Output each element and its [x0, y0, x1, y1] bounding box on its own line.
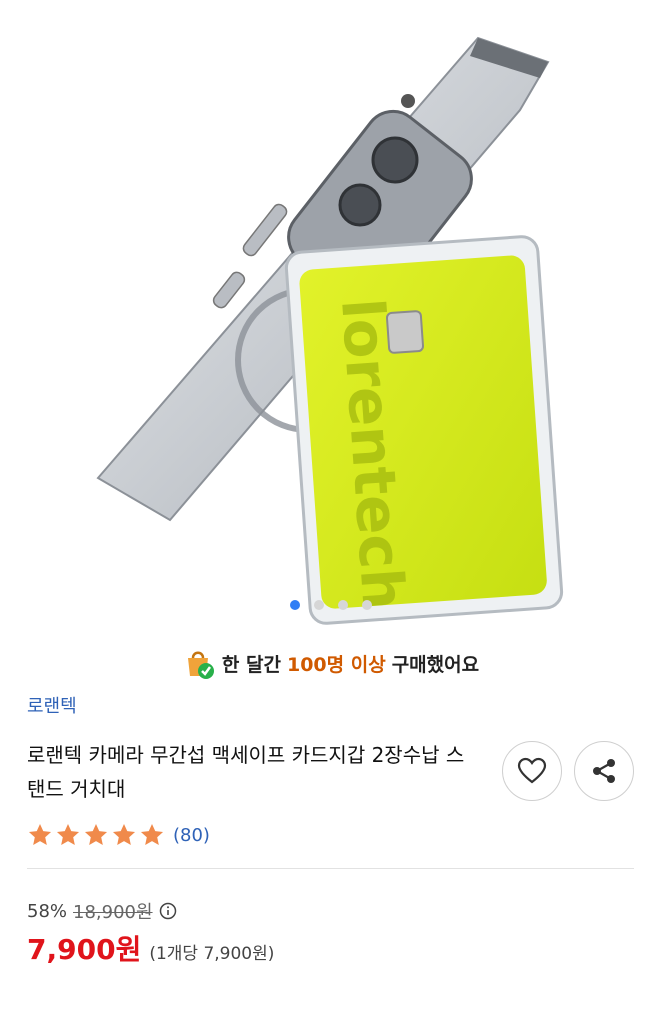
share-icon [593, 759, 615, 783]
carousel-dot[interactable] [313, 600, 324, 610]
sale-price: 7,900원 [27, 933, 142, 966]
original-price: 18,900원 [73, 902, 153, 923]
brand-link[interactable]: 로랜텍 [27, 692, 77, 718]
carousel-indicator[interactable] [0, 600, 661, 610]
share-button[interactable] [574, 741, 634, 801]
divider [27, 868, 634, 869]
star-icon [28, 823, 52, 845]
info-icon[interactable] [159, 902, 177, 920]
shopping-bag-check-icon [187, 651, 214, 679]
discount-rate: 58% [27, 900, 68, 922]
carousel-dot[interactable] [337, 600, 348, 610]
badge-suffix: 구매했어요 [391, 653, 480, 676]
carousel-dot[interactable] [289, 600, 300, 610]
product-image[interactable]: lorentech [0, 0, 661, 630]
star-icon [56, 823, 80, 845]
wishlist-button[interactable] [502, 741, 562, 801]
review-count-link[interactable]: (80) [173, 825, 210, 846]
carousel-dot[interactable] [361, 600, 372, 610]
star-icon [140, 823, 164, 845]
badge-prefix: 한 달간 [221, 653, 281, 676]
star-icon [112, 823, 136, 845]
star-icon [84, 823, 108, 845]
badge-highlight: 100명 이상 [286, 653, 386, 676]
sale-price-row: 7,900원 (1개당 7,900원) [27, 928, 274, 968]
unit-price: (1개당 7,900원) [149, 944, 275, 964]
rating[interactable]: (80) [27, 822, 210, 848]
price-original-row: 58% 18,900원 [27, 898, 177, 924]
purchase-count-badge: 한 달간 100명 이상 구매했어요 [0, 646, 661, 680]
phone-case-illustration: lorentech [96, 36, 564, 625]
heart-icon [517, 757, 547, 784]
product-title: 로랜텍 카메라 무간섭 맥세이프 카드지갑 2장수납 스탠드 거치대 [27, 743, 465, 801]
